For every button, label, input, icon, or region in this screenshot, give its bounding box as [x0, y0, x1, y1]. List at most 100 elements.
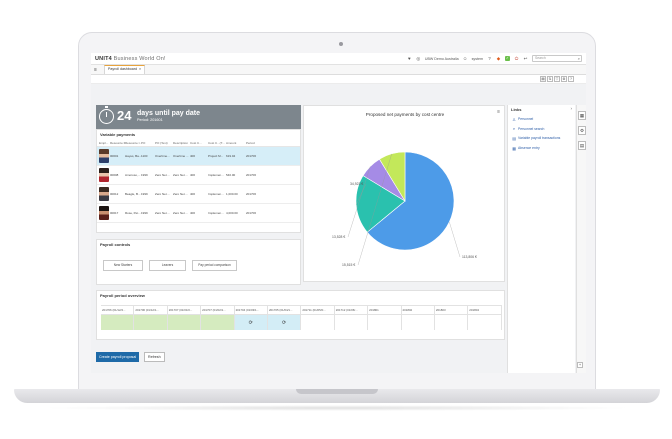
- employee-photo: [99, 187, 109, 201]
- table-cell: Zero Net ...: [173, 192, 189, 196]
- link-label: Absence entry: [518, 146, 540, 150]
- menu-icon[interactable]: ≡: [94, 66, 100, 74]
- period-cell[interactable]: [368, 315, 400, 330]
- period-cell[interactable]: [435, 315, 467, 330]
- link-absence-entry[interactable]: ▦ Absence entry: [508, 143, 575, 153]
- help-icon[interactable]: ?: [487, 56, 492, 61]
- person-icon: ♙: [512, 117, 516, 122]
- table-cell: Hayes, Ba...: [125, 154, 141, 158]
- table-row[interactable]: 00001 Hayes, Ba... 1100 Overtime... Over…: [97, 147, 300, 166]
- table-row[interactable]: 00008 Amoroso,... 1999 Zero Net ... Zero…: [97, 166, 300, 185]
- links-title: Links: [511, 107, 522, 112]
- net-payments-chart-panel: 113,806 € 34,923 € 13,528 € 15,515 € Propos…: [303, 105, 505, 282]
- filter-icon[interactable]: ▽: [554, 76, 560, 82]
- column-header[interactable]: Period: [246, 141, 266, 145]
- tab-payroll-dashboard[interactable]: Payroll dashboard ×: [104, 65, 146, 74]
- company-selector[interactable]: UBW Demo Australia: [425, 57, 459, 61]
- column-header[interactable]: PO (Text): [155, 141, 173, 145]
- column-header[interactable]: Cost C...: [190, 141, 208, 145]
- period-cell[interactable]: ⟳: [234, 315, 267, 330]
- table-row[interactable]: 00017 Rose, Pet... 1999 Zero Net ... Zer…: [97, 204, 300, 223]
- new-starters-button[interactable]: New Starters: [103, 260, 143, 271]
- table-cell: 4,000.00: [226, 211, 238, 215]
- stopwatch-icon: [99, 106, 114, 124]
- payroll-period-overview-panel: Payroll period overview 201706 (01/12/2.…: [96, 290, 505, 340]
- column-header[interactable]: Description: [173, 141, 190, 145]
- calendar-icon[interactable]: ▦: [578, 111, 586, 120]
- language-globe-icon[interactable]: ◎: [416, 56, 421, 61]
- help-icon[interactable]: ?: [568, 76, 574, 82]
- refresh-status-icon[interactable]: ⟳: [282, 320, 286, 326]
- favorites-heart-icon[interactable]: ♥: [407, 56, 412, 61]
- period-cell[interactable]: [134, 315, 167, 330]
- slice-label: 113,806 €: [462, 255, 477, 259]
- column-header[interactable]: Resource I...: [125, 141, 141, 145]
- chart-title: Proposed net payments by cost centre: [365, 112, 445, 117]
- toolbar-icons: ▤ ⇅ ▽ ⚙ ?: [540, 76, 574, 82]
- period-column-header: 201706 (01/12/2...: [101, 305, 134, 315]
- tasks-icon[interactable]: ✓: [505, 56, 510, 61]
- expand-icon[interactable]: +: [577, 362, 583, 368]
- period-column: 201706 (01/12/1...: [134, 305, 168, 330]
- table-header: Empl... Resource ID Resource I... PO PO …: [97, 139, 300, 147]
- column-header[interactable]: Resource ID: [110, 141, 125, 145]
- logout-icon[interactable]: ⏻: [514, 56, 519, 61]
- chart-menu-icon[interactable]: ≡: [497, 109, 500, 115]
- leavers-button[interactable]: Leavers: [149, 260, 186, 271]
- brand-product: Business World On!: [113, 55, 166, 62]
- period-cell[interactable]: [335, 315, 367, 330]
- search-input[interactable]: Search ⌕: [532, 55, 582, 62]
- column-header[interactable]: PO: [141, 141, 155, 145]
- pay-period-comparison-button[interactable]: Pay period comparison: [192, 260, 237, 271]
- link-variable-payroll-transactions[interactable]: ▤ Variable payroll transactions: [508, 133, 575, 143]
- table-cell: 00008: [110, 173, 119, 177]
- period-column-header: 201705 (01/04/1...: [267, 305, 301, 315]
- table-cell: Project M...: [208, 154, 224, 158]
- table-row[interactable]: 00012 Beagle, B... 1999 Zero Net ... Zer…: [97, 185, 300, 204]
- refresh-status-icon[interactable]: ⟳: [249, 320, 253, 326]
- period-cell[interactable]: [201, 315, 234, 330]
- period-cell[interactable]: [402, 315, 434, 330]
- document-icon[interactable]: ▤: [578, 141, 586, 150]
- period-label: Period: 201601: [137, 118, 163, 122]
- link-personnel-search[interactable]: ⌕ Personnel search: [508, 124, 575, 133]
- column-header[interactable]: Empl...: [97, 141, 110, 145]
- link-personnel[interactable]: ♙ Personnel: [508, 114, 575, 124]
- collapse-chevron-icon[interactable]: ›: [571, 106, 573, 111]
- settings-icon[interactable]: ⚙: [578, 126, 586, 135]
- column-header[interactable]: Amount: [226, 141, 246, 145]
- table-cell: 400: [190, 192, 196, 196]
- table-cell: Zero Net ...: [173, 211, 189, 215]
- settings-icon[interactable]: ⚙: [561, 76, 567, 82]
- create-payroll-proposal-button[interactable]: Create payroll proposal: [96, 352, 140, 362]
- top-bar: UNIT4 Business World On! ♥ ◎ UBW Demo Au…: [91, 53, 586, 65]
- sort-icon[interactable]: ⇅: [547, 76, 553, 82]
- refresh-button[interactable]: Refresh: [144, 352, 165, 362]
- period-column: 201803: [434, 305, 469, 330]
- tab-close-icon[interactable]: ×: [139, 66, 141, 74]
- brand-logo[interactable]: UNIT4 Business World On!: [95, 56, 166, 62]
- period-cell[interactable]: [468, 315, 500, 330]
- user-name[interactable]: system: [472, 57, 483, 61]
- variable-payments-panel: Variable payments Empl... Resource ID Re…: [96, 129, 301, 233]
- camera-icon: [339, 42, 343, 46]
- back-icon[interactable]: ↩: [523, 56, 528, 61]
- period-column: 201802: [401, 305, 435, 330]
- links-panel: Links › ♙ Personnel ⌕ Personnel search ▤…: [507, 105, 575, 373]
- period-cell[interactable]: [167, 315, 201, 330]
- column-header[interactable]: Cost C...(T...: [208, 141, 226, 145]
- search-icon[interactable]: ⌕: [578, 56, 580, 61]
- period-column-header: 201707 (01/01/0...: [167, 305, 201, 315]
- period-cell[interactable]: ⟳: [267, 315, 301, 330]
- pay-date-countdown: 24 days until pay date Period: 201601: [96, 105, 301, 129]
- side-rail: ▦ ⚙ ▤: [576, 105, 586, 373]
- variable-payments-title: Variable payments: [100, 132, 136, 137]
- layout-icon[interactable]: ▤: [540, 76, 546, 82]
- link-label: Personnel: [518, 117, 534, 121]
- period-cell[interactable]: [301, 315, 333, 330]
- notification-icon[interactable]: ◆: [496, 56, 501, 61]
- table-cell: Overtime...: [155, 154, 170, 158]
- period-column: 201804: [468, 305, 502, 330]
- period-cell[interactable]: [101, 315, 134, 330]
- top-bar-actions: ♥ ◎ UBW Demo Australia ☺ system ? ◆ ✓ ⏻ …: [407, 55, 582, 62]
